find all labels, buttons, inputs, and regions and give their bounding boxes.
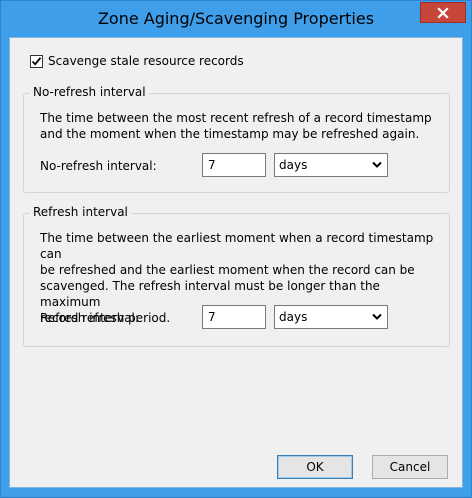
- no-refresh-group-legend: No-refresh interval: [30, 85, 149, 99]
- refresh-desc-line: The time between the earliest moment whe…: [40, 231, 434, 261]
- cancel-button[interactable]: Cancel: [372, 455, 448, 479]
- no-refresh-unit-select[interactable]: days: [274, 153, 388, 177]
- no-refresh-unit-value: days: [279, 158, 308, 172]
- title-bar[interactable]: Zone Aging/Scavenging Properties: [1, 1, 471, 37]
- chevron-down-icon: [372, 313, 382, 320]
- chevron-down-icon: [372, 161, 382, 168]
- no-refresh-desc-line: The time between the most recent refresh…: [40, 111, 432, 125]
- refresh-value-input[interactable]: [202, 305, 266, 329]
- window-title: Zone Aging/Scavenging Properties: [97, 9, 375, 28]
- refresh-group-legend: Refresh interval: [30, 205, 131, 219]
- no-refresh-value-input[interactable]: [202, 153, 266, 177]
- no-refresh-description: The time between the most recent refresh…: [40, 110, 440, 142]
- scavenge-checkbox[interactable]: [30, 54, 43, 68]
- scavenge-checkbox-label: Scavenge stale resource records: [48, 54, 244, 68]
- no-refresh-field-label: No-refresh interval:: [40, 159, 157, 173]
- no-refresh-desc-line: and the moment when the timestamp may be…: [40, 127, 420, 141]
- refresh-unit-value: days: [279, 310, 308, 324]
- scavenge-checkbox-row[interactable]: Scavenge stale resource records: [30, 54, 244, 68]
- ok-button[interactable]: OK: [277, 455, 353, 479]
- close-button[interactable]: [420, 2, 466, 23]
- refresh-unit-select[interactable]: days: [274, 305, 388, 329]
- refresh-desc-line: be refreshed and the earliest moment whe…: [40, 263, 415, 277]
- refresh-group: Refresh interval The time between the ea…: [23, 205, 450, 347]
- dialog-body: Scavenge stale resource records No-refre…: [9, 37, 463, 488]
- refresh-field-label: Refresh interval:: [40, 311, 139, 325]
- no-refresh-group: No-refresh interval The time between the…: [23, 85, 450, 193]
- close-icon: [437, 6, 449, 19]
- dialog-window: Zone Aging/Scavenging Properties Scaveng…: [0, 0, 472, 498]
- checkmark-icon: [31, 56, 42, 66]
